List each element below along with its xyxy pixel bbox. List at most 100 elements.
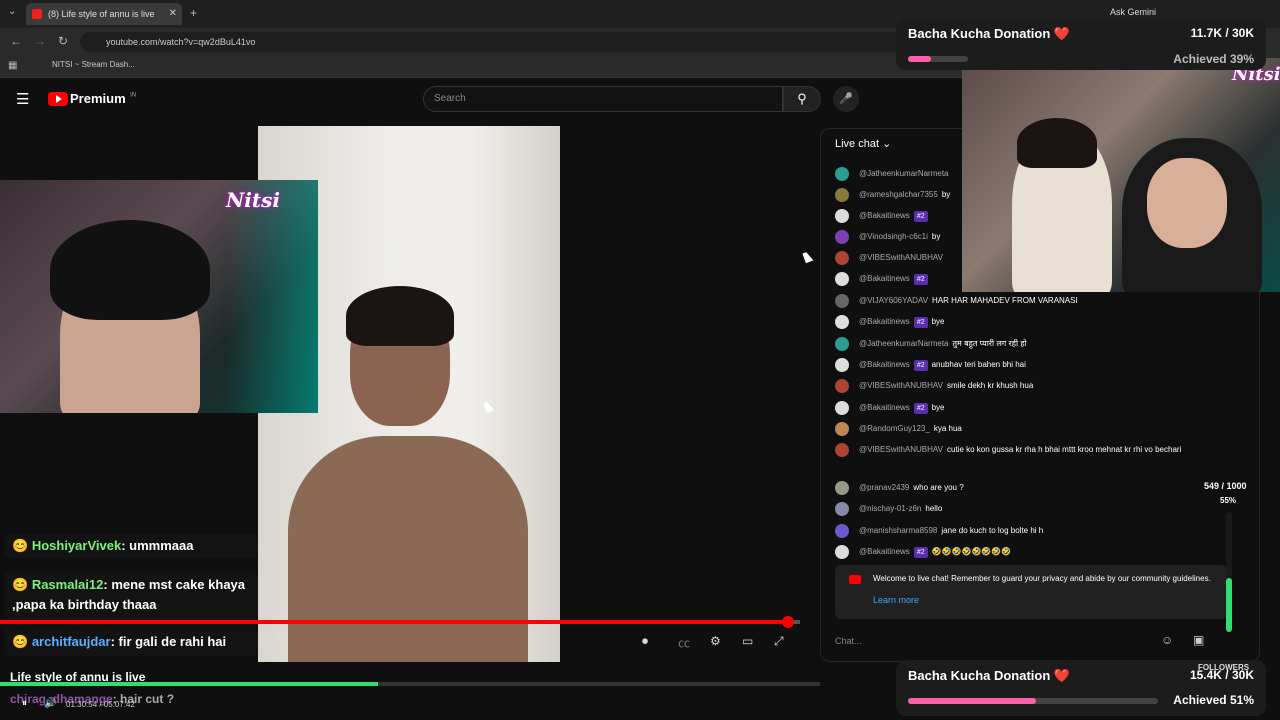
microphone-icon[interactable]: 🎤: [833, 86, 859, 112]
streamer-facecam: Nitsi: [0, 180, 318, 413]
chat-username[interactable]: @JatheenkumarNarmeta: [859, 169, 949, 178]
super-chat-icon[interactable]: ▣: [1193, 633, 1204, 647]
welcome-banner: Welcome to live chat! Remember to guard …: [835, 565, 1227, 619]
donation-achieved: Achieved 51%: [1173, 693, 1254, 707]
avatar[interactable]: [835, 401, 849, 415]
avatar[interactable]: [835, 545, 849, 559]
youtube-logo[interactable]: Premium IN: [48, 90, 136, 108]
overlay-chat-user: Rasmalai12: [31, 577, 104, 592]
avatar[interactable]: [835, 294, 849, 308]
chevron-down-icon: ⌄: [882, 138, 892, 150]
chat-username[interactable]: @rameshgalchar7355: [859, 190, 938, 199]
chat-username[interactable]: @VIJAY606YADAV: [859, 296, 928, 305]
chat-username[interactable]: @Bakaitinews: [859, 211, 910, 220]
avatar[interactable]: [835, 422, 849, 436]
chat-message: @VIBESwithANUBHAV smile dekh kr khush hua: [835, 379, 1033, 393]
chat-message: @Bakaitinews #2 🤣🤣🤣🤣🤣🤣🤣🤣: [835, 545, 1011, 559]
new-tab-icon[interactable]: +: [190, 6, 197, 20]
chat-username[interactable]: @Bakaitinews: [859, 360, 910, 369]
learn-more-link[interactable]: Learn more: [873, 595, 919, 605]
pause-icon[interactable]: ⏸: [22, 698, 27, 709]
chat-username[interactable]: @Vinodsingh-c6c1i: [859, 232, 928, 241]
donation-title: Bacha Kucha Donation ❤️: [908, 668, 1071, 683]
overlay-chat-user: architfaujdar: [31, 634, 111, 649]
chat-username[interactable]: @Bakaitinews: [859, 317, 910, 326]
avatar[interactable]: [835, 251, 849, 265]
captions-icon[interactable]: ㏄: [678, 634, 690, 651]
fullscreen-icon[interactable]: ⤢: [774, 634, 784, 649]
back-icon[interactable]: ←: [10, 34, 22, 48]
chat-text: by: [941, 190, 951, 200]
avatar[interactable]: [835, 379, 849, 393]
chat-message: @VIJAY606YADAV HAR HAR MAHADEV FROM VARAN…: [835, 294, 1078, 308]
ask-gemini-button[interactable]: Ask Gemini: [1110, 7, 1156, 17]
overlay-chat-text: : fir gali de rahi hai: [110, 634, 227, 649]
reload-icon[interactable]: ↻: [58, 34, 68, 48]
avatar[interactable]: [835, 315, 849, 329]
search-icon[interactable]: ⚲: [783, 86, 821, 112]
donation-progress-track: [908, 56, 968, 62]
autoplay-toggle[interactable]: ⏺: [642, 634, 648, 649]
video-subject-hair: [346, 286, 454, 346]
chat-username[interactable]: @VIBESwithANUBHAV: [859, 445, 943, 454]
chat-text: HAR HAR MAHADEV FROM VARANASI: [932, 296, 1078, 306]
apps-grid-icon[interactable]: ▦: [8, 60, 17, 71]
avatar[interactable]: [835, 230, 849, 244]
chat-username[interactable]: @pranav2439: [859, 483, 909, 492]
chat-username[interactable]: @VIBESwithANUBHAV: [859, 381, 943, 390]
chat-username[interactable]: @nischay-01-z6n: [859, 504, 921, 513]
welcome-text: Welcome to live chat! Remember to guard …: [873, 574, 1211, 583]
volume-icon[interactable]: 🔊: [44, 698, 56, 709]
chat-text: kya hua: [933, 424, 962, 434]
chat-username[interactable]: @Bakaitinews: [859, 274, 910, 283]
avatar[interactable]: [835, 209, 849, 223]
tab-list-icon[interactable]: ⌄: [8, 6, 16, 17]
chat-username[interactable]: @JatheenkumarNarmeta: [859, 339, 949, 348]
chat-message: @VIBESwithANUBHAV: [835, 251, 947, 265]
chat-text: bye: [931, 403, 945, 413]
cam-glow: [228, 180, 318, 413]
donation-progress-fill: [908, 698, 1036, 704]
video-scrubber[interactable]: [782, 616, 794, 628]
menu-icon[interactable]: ☰: [16, 90, 29, 108]
overlay-chat-message: 😊 architfaujdar: fir gali de rahi hai: [4, 628, 258, 656]
avatar[interactable]: [835, 188, 849, 202]
avatar[interactable]: [835, 481, 849, 495]
chat-message: @RandomGuy123_ kya hua: [835, 422, 962, 436]
live-chat-header[interactable]: Live chat ⌄: [835, 137, 891, 150]
bookmark-nitsi[interactable]: NITSI ~ Stream Dash...: [52, 60, 135, 69]
avatar[interactable]: [835, 337, 849, 351]
settings-gear-icon[interactable]: ⚙: [710, 634, 721, 648]
search-input[interactable]: Search: [423, 86, 783, 112]
chat-username[interactable]: @VIBESwithANUBHAV: [859, 253, 943, 262]
chat-username[interactable]: @Bakaitinews: [859, 547, 910, 556]
forward-icon[interactable]: →: [34, 34, 46, 48]
chat-message: @Bakaitinews #2 anubhav teri bahen bhi hai: [835, 358, 1026, 372]
video-progress-fill: [0, 620, 790, 624]
youtube-icon: [849, 575, 861, 584]
chat-text: bye: [931, 317, 945, 327]
tab-title: (8) Life style of annu is live: [48, 9, 155, 19]
browser-tab[interactable]: (8) Life style of annu is live ✕: [26, 3, 182, 25]
chat-username[interactable]: @Bakaitinews: [859, 403, 910, 412]
video-subject: [288, 436, 528, 662]
chat-username[interactable]: @manishsharma8598: [859, 526, 937, 535]
avatar[interactable]: [835, 272, 849, 286]
chat-message: @JatheenkumarNarmeta तुम बहुत प्यारी लग र…: [835, 337, 1027, 351]
close-tab-icon[interactable]: ✕: [169, 3, 177, 25]
emoji-picker-icon[interactable]: ☺: [1161, 633, 1173, 647]
member-badge: #2: [913, 317, 928, 329]
theater-mode-icon[interactable]: ▭: [742, 634, 753, 648]
stream-progress-fill: [0, 682, 378, 686]
cam-person-1-hair: [1017, 118, 1097, 168]
chat-input[interactable]: Chat...: [835, 629, 1165, 653]
avatar[interactable]: [835, 358, 849, 372]
url-field[interactable]: youtube.com/watch?v=qw2dBuL41vo: [80, 32, 960, 52]
chat-message: @JatheenkumarNarmeta: [835, 167, 953, 181]
avatar[interactable]: [835, 502, 849, 516]
avatar[interactable]: [835, 167, 849, 181]
chat-message: @Vinodsingh-c6c1i by: [835, 230, 940, 244]
avatar[interactable]: [835, 443, 849, 457]
avatar[interactable]: [835, 524, 849, 538]
chat-username[interactable]: @RandomGuy123_: [859, 424, 930, 433]
